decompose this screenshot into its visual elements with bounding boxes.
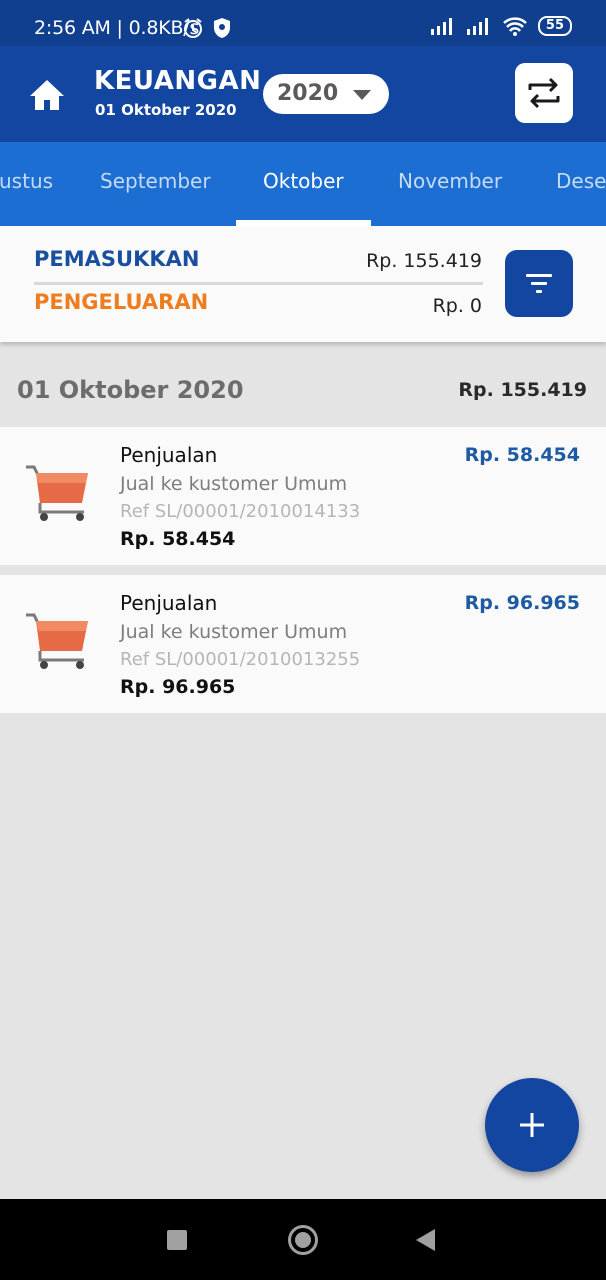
home-circle-icon[interactable] <box>288 1225 318 1255</box>
transaction-amount-right: Rp. 96.965 <box>464 592 580 614</box>
year-dropdown[interactable]: 2020 <box>263 74 389 114</box>
status-time: 2:56 AM | 0.8KB/s <box>34 17 200 39</box>
alarm-icon <box>184 18 202 38</box>
tab-agustus[interactable]: ustus <box>0 169 53 193</box>
transaction-title: Penjualan <box>120 443 218 467</box>
signal-icon <box>430 18 452 35</box>
transaction-subtitle: Jual ke kustomer Umum <box>120 473 348 495</box>
month-tabs: ustus September Oktober November Dese <box>0 142 606 226</box>
tab-oktober[interactable]: Oktober <box>263 169 344 193</box>
home-icon <box>30 80 64 110</box>
group-total: Rp. 155.419 <box>458 379 587 401</box>
expense-value: Rp. 0 <box>432 295 482 317</box>
filter-icon <box>526 273 552 293</box>
shopping-cart-icon <box>26 613 88 669</box>
transaction-amount: Rp. 58.454 <box>120 528 236 550</box>
add-transaction-button[interactable] <box>485 1078 579 1172</box>
signal-icon <box>466 18 488 35</box>
status-left-icons <box>182 17 232 39</box>
shield-icon <box>214 18 230 38</box>
header-date: 01 Oktober 2020 <box>95 101 237 119</box>
transaction-subtitle: Jual ke kustomer Umum <box>120 621 348 643</box>
year-value: 2020 <box>277 81 339 106</box>
status-bar: 2:56 AM | 0.8KB/s 55 <box>0 0 606 46</box>
app-bar: KEUANGAN 01 Oktober 2020 2020 <box>0 46 606 142</box>
tab-desember[interactable]: Dese <box>556 169 606 193</box>
date-group-header: 01 Oktober 2020 Rp. 155.419 <box>0 354 606 426</box>
system-nav-bar <box>0 1199 606 1280</box>
transaction-title: Penjualan <box>120 591 218 615</box>
group-date: 01 Oktober 2020 <box>17 376 244 404</box>
transaction-ref: Ref SL/00001/2010013255 <box>120 649 361 670</box>
summary-divider <box>34 282 483 285</box>
transaction-item[interactable]: Penjualan Jual ke kustomer Umum Ref SL/0… <box>0 575 606 713</box>
page-title: KEUANGAN <box>94 66 262 96</box>
transaction-amount-right: Rp. 58.454 <box>464 444 580 466</box>
transaction-ref: Ref SL/00001/2010014133 <box>120 501 361 522</box>
expense-label: PENGELUARAN <box>34 290 209 314</box>
battery-icon: 55 <box>537 16 572 36</box>
wifi-icon <box>503 17 527 36</box>
plus-icon <box>520 1113 544 1137</box>
recents-icon[interactable] <box>167 1230 187 1250</box>
back-icon[interactable] <box>416 1229 435 1251</box>
tab-november[interactable]: November <box>398 169 502 193</box>
swap-icon <box>528 77 560 109</box>
home-button[interactable] <box>28 77 66 113</box>
income-value: Rp. 155.419 <box>366 250 482 272</box>
transaction-amount: Rp. 96.965 <box>120 676 236 698</box>
summary-card: PEMASUKKAN Rp. 155.419 PENGELUARAN Rp. 0 <box>0 226 606 342</box>
status-right-icons: 55 <box>430 16 572 36</box>
swap-button[interactable] <box>515 63 573 123</box>
shopping-cart-icon <box>26 465 88 521</box>
chevron-down-icon <box>353 90 371 100</box>
tab-september[interactable]: September <box>100 169 211 193</box>
filter-button[interactable] <box>505 250 573 317</box>
income-label: PEMASUKKAN <box>34 247 200 271</box>
transaction-item[interactable]: Penjualan Jual ke kustomer Umum Ref SL/0… <box>0 427 606 565</box>
